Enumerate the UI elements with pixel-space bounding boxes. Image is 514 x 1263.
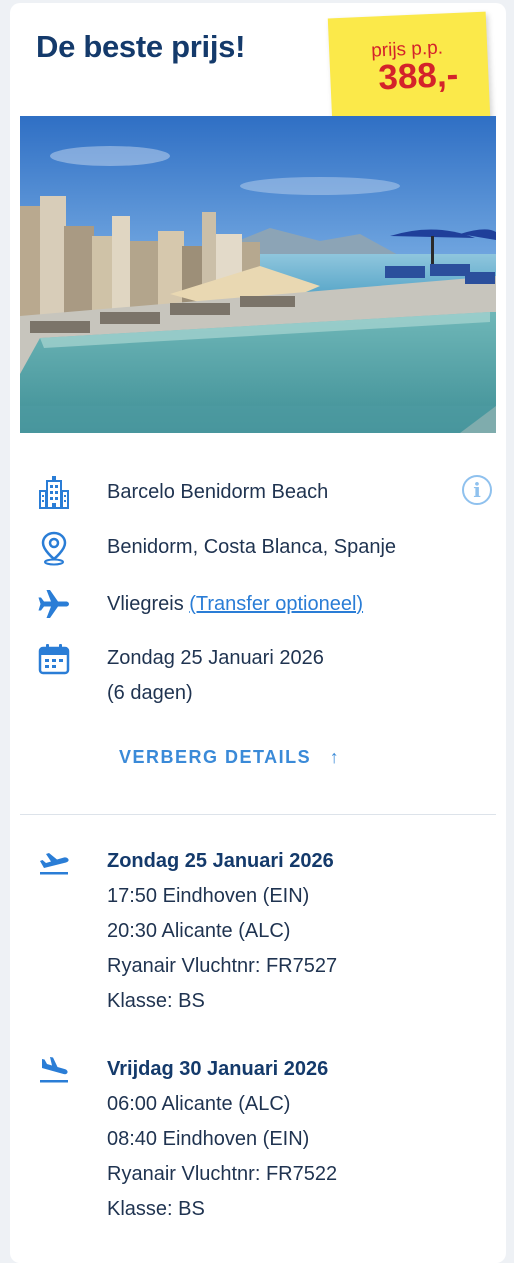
location-pin-icon [41, 531, 67, 566]
return-flight-date: Vrijdag 30 Januari 2026 [107, 1058, 329, 1080]
hotel-building-icon [39, 476, 69, 509]
outbound-flight-number: Ryanair Vluchtnr: FR7527 [107, 955, 338, 977]
flight-departure-icon [40, 853, 69, 875]
return-class: Klasse: BS [107, 1198, 205, 1220]
outbound-flight-date: Zondag 25 Januari 2026 [107, 850, 334, 872]
divider [20, 814, 496, 815]
outbound-class: Klasse: BS [107, 990, 205, 1012]
return-arrival: 08:40 Eindhoven (EIN) [107, 1128, 310, 1150]
calendar-icon [38, 644, 70, 675]
page-title: De beste prijs! [36, 29, 246, 64]
outbound-arrival: 20:30 Alicante (ALC) [107, 920, 291, 942]
hotel-location: Benidorm, Costa Blanca, Spanje [107, 536, 397, 558]
price-sticker: prijs p.p. 388,- [327, 11, 491, 125]
flight-arrival-icon [40, 1057, 68, 1083]
travel-date: Zondag 25 Januari 2026 [107, 647, 324, 669]
hide-details-label: VERBERG DETAILS [119, 747, 312, 767]
hotel-photo[interactable] [20, 116, 496, 433]
travel-type-label: Vliegreis [107, 593, 184, 615]
travel-duration: (6 dagen) [107, 682, 193, 704]
return-flight-number: Ryanair Vluchtnr: FR7522 [107, 1163, 338, 1185]
arrow-up-icon: ↑ [329, 747, 341, 767]
return-departure: 06:00 Alicante (ALC) [107, 1093, 291, 1115]
travel-type: Vliegreis (Transfer optioneel) [107, 587, 363, 621]
hide-details-button[interactable]: VERBERG DETAILS ↑ [119, 747, 340, 768]
info-icon[interactable]: i [462, 475, 492, 505]
offer-card: De beste prijs! prijs p.p. 388,- Barcelo… [10, 3, 506, 1263]
hotel-name: Barcelo Benidorm Beach [107, 481, 329, 503]
outbound-departure: 17:50 Eindhoven (EIN) [107, 885, 310, 907]
airplane-icon [38, 590, 69, 618]
transfer-link[interactable]: (Transfer optioneel) [189, 593, 363, 615]
price-value: 388,- [377, 54, 459, 98]
